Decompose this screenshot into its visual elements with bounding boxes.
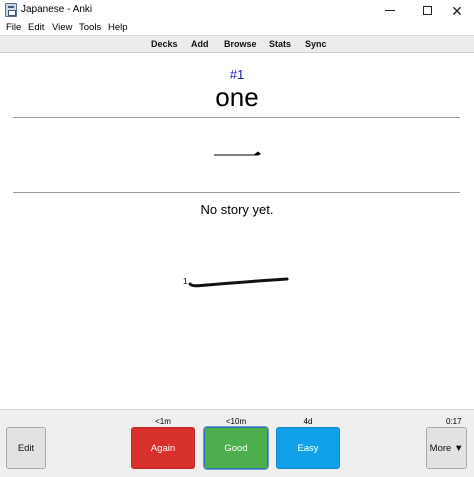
main-toolbar: Decks Add Browse Stats Sync: [0, 35, 474, 53]
close-button[interactable]: ✕: [440, 0, 474, 21]
minimize-icon: [385, 10, 395, 11]
anki-app-icon: [5, 3, 17, 17]
maximize-icon: [422, 6, 432, 15]
toolbar-add[interactable]: Add: [191, 39, 209, 49]
edit-button[interactable]: Edit: [6, 427, 46, 469]
stroke-order-image: [188, 277, 289, 288]
good-interval: <10m: [225, 417, 247, 426]
again-button[interactable]: Again: [131, 427, 195, 469]
toolbar-decks[interactable]: Decks: [151, 39, 178, 49]
divider: [13, 192, 460, 193]
more-button[interactable]: More ▼: [426, 427, 467, 469]
window-title: Japanese - Anki: [21, 4, 93, 15]
review-timer: 0:17: [446, 417, 462, 426]
easy-interval: 4d: [303, 417, 313, 426]
kanji-glyph-image: [214, 151, 261, 156]
good-button[interactable]: Good: [203, 426, 269, 470]
card-view: #1 one No story yet. 1: [0, 53, 474, 409]
review-bar: <1m <10m 4d 0:17 Edit Again Good Easy Mo…: [0, 409, 474, 477]
again-interval: <1m: [155, 417, 171, 426]
menu-tools[interactable]: Tools: [79, 22, 101, 33]
menu-file[interactable]: File: [6, 22, 21, 33]
title-bar: Japanese - Anki ✕: [0, 0, 474, 21]
menu-help[interactable]: Help: [108, 22, 128, 33]
menu-view[interactable]: View: [52, 22, 72, 33]
easy-button[interactable]: Easy: [276, 427, 340, 469]
toolbar-browse[interactable]: Browse: [224, 39, 257, 49]
card-number: #1: [229, 67, 245, 82]
minimize-button[interactable]: [373, 0, 407, 21]
story-text: No story yet.: [200, 202, 274, 217]
close-icon: ✕: [451, 2, 463, 19]
toolbar-sync[interactable]: Sync: [305, 39, 327, 49]
divider: [13, 117, 460, 118]
card-keyword: one: [215, 82, 259, 112]
menu-edit[interactable]: Edit: [28, 22, 44, 33]
maximize-button[interactable]: [410, 0, 444, 21]
menu-bar: File Edit View Tools Help: [0, 21, 474, 35]
toolbar-stats[interactable]: Stats: [269, 39, 291, 49]
